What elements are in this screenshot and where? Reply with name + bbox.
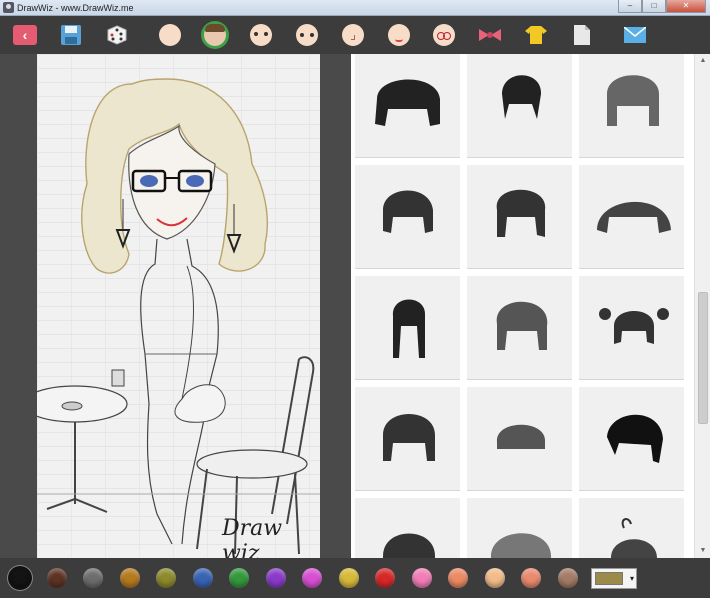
random-button[interactable]	[105, 23, 129, 47]
color-swatch[interactable]	[411, 568, 432, 588]
hair-style-tile[interactable]	[467, 387, 572, 491]
hair-icon	[204, 24, 226, 46]
app-icon	[3, 2, 14, 13]
bow-accessory-icon	[479, 29, 501, 41]
hair-style-icon	[496, 301, 548, 350]
hair-style-panel: ▲ ▼	[351, 54, 710, 558]
scroll-down-icon[interactable]: ▼	[695, 544, 710, 558]
window-controls: – □ ✕	[618, 0, 706, 14]
mail-button[interactable]	[623, 23, 647, 47]
hair-button[interactable]	[203, 23, 227, 47]
color-swatch[interactable]	[192, 568, 213, 588]
back-icon: ‹	[13, 25, 37, 45]
color-swatch[interactable]	[46, 568, 67, 588]
hair-style-tile[interactable]	[467, 498, 572, 558]
color-swatch[interactable]	[557, 568, 578, 588]
save-button[interactable]	[59, 23, 83, 47]
maximize-button[interactable]: □	[642, 0, 666, 13]
color-swatch[interactable]	[521, 568, 541, 588]
save-icon	[61, 25, 81, 45]
mouth-icon	[388, 24, 410, 46]
current-color-picker[interactable]: ▾	[591, 568, 637, 589]
drawing-canvas[interactable]: Draw wiz	[37, 54, 320, 558]
hair-style-icon	[383, 414, 435, 461]
color-swatch[interactable]	[265, 568, 286, 588]
page-icon	[574, 25, 590, 45]
hair-style-tile[interactable]	[467, 54, 572, 158]
hair-style-tile[interactable]	[579, 165, 684, 269]
hair-style-icon	[392, 299, 426, 358]
accessory-button[interactable]	[478, 23, 502, 47]
nose-button[interactable]	[341, 23, 365, 47]
hair-style-tile[interactable]	[467, 165, 572, 269]
hair-style-icon	[490, 533, 552, 558]
hair-style-icon	[599, 308, 669, 344]
random-dice-icon	[107, 25, 127, 45]
color-swatch[interactable]	[156, 568, 176, 588]
eyes-icon	[296, 24, 318, 46]
hair-style-icon	[502, 75, 542, 119]
color-swatch[interactable]	[10, 568, 30, 588]
watermark-logo: Draw wiz	[222, 516, 283, 558]
hair-style-tile[interactable]	[355, 276, 460, 380]
panel-scrollbar[interactable]: ▲ ▼	[694, 54, 710, 558]
mouth-button[interactable]	[387, 23, 411, 47]
hair-style-icon	[611, 518, 657, 558]
color-swatch[interactable]	[302, 568, 322, 588]
face-shape-button[interactable]	[158, 23, 182, 47]
color-swatch[interactable]	[83, 568, 103, 588]
chevron-down-icon: ▾	[629, 574, 634, 583]
window-title: DrawWiz - www.DrawWiz.me	[17, 3, 134, 13]
hair-style-icon	[383, 190, 433, 233]
clothes-button[interactable]	[524, 23, 548, 47]
hair-style-tile[interactable]	[355, 54, 460, 158]
hair-style-tile[interactable]	[579, 54, 684, 158]
hair-style-tile[interactable]	[355, 387, 460, 491]
minimize-button[interactable]: –	[618, 0, 642, 13]
toolbar: ‹	[0, 16, 710, 54]
color-swatch[interactable]	[119, 568, 140, 588]
hair-style-tile[interactable]	[579, 276, 684, 380]
eyes-button[interactable]	[295, 23, 319, 47]
color-swatch[interactable]	[375, 568, 395, 588]
hair-style-tile[interactable]	[355, 165, 460, 269]
caricature-drawing	[37, 78, 320, 555]
hair-style-tile[interactable]	[467, 276, 572, 380]
glasses-button[interactable]	[432, 23, 456, 47]
hair-style-icon	[597, 201, 671, 233]
color-swatch[interactable]	[484, 568, 505, 588]
eyebrows-icon	[250, 24, 272, 46]
title-bar: DrawWiz - www.DrawWiz.me – □ ✕	[0, 0, 710, 16]
nose-icon	[342, 24, 364, 46]
glasses-icon	[433, 24, 455, 46]
color-swatch[interactable]	[448, 568, 468, 588]
close-button[interactable]: ✕	[666, 0, 706, 13]
color-swatch[interactable]	[229, 568, 249, 588]
back-button[interactable]: ‹	[13, 23, 37, 47]
face-shape-icon	[159, 24, 181, 46]
hair-style-icon	[607, 75, 659, 126]
hair-style-tile[interactable]	[579, 387, 684, 491]
current-color-chip	[595, 572, 623, 585]
hair-style-icon	[383, 533, 435, 558]
hair-style-tile[interactable]	[355, 498, 460, 558]
hair-style-icon	[375, 79, 440, 126]
hair-style-tile[interactable]	[579, 498, 684, 558]
color-palette: ▾	[0, 558, 710, 598]
hair-style-icon	[496, 424, 546, 449]
hair-style-icon	[496, 189, 546, 237]
shirt-icon	[525, 26, 547, 44]
scroll-up-icon[interactable]: ▲	[695, 54, 710, 68]
color-swatch[interactable]	[338, 568, 359, 588]
mail-icon	[624, 27, 646, 43]
hair-style-icon	[607, 414, 663, 463]
scrollbar-thumb[interactable]	[698, 292, 708, 424]
eyebrows-button[interactable]	[249, 23, 273, 47]
page-button[interactable]	[570, 23, 594, 47]
